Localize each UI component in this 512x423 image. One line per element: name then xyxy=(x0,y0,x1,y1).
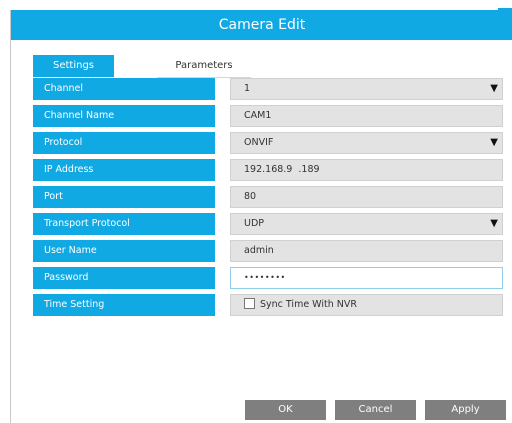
user-name-label: User Name xyxy=(33,240,215,262)
user-name-input[interactable]: admin xyxy=(230,240,503,262)
transport-protocol-select[interactable]: UDP ▼ xyxy=(230,213,503,235)
time-setting-label: Time Setting xyxy=(33,294,215,316)
row-time-setting: Time Setting Sync Time With NVR xyxy=(33,294,503,316)
protocol-label: Protocol xyxy=(33,132,215,154)
row-ip-address: IP Address 192.168.9 .189 xyxy=(33,159,503,181)
dialog-title: Camera Edit xyxy=(11,10,512,40)
port-label: Port xyxy=(33,186,215,208)
ip-address-input[interactable]: 192.168.9 .189 xyxy=(230,159,503,181)
row-password: Password •••••••• xyxy=(33,267,503,289)
apply-button[interactable]: Apply xyxy=(425,400,506,420)
channel-label: Channel xyxy=(33,78,215,100)
camera-edit-dialog: Camera Edit Settings Parameters Channel … xyxy=(10,10,512,423)
channel-name-input[interactable]: CAM1 xyxy=(230,105,503,127)
dropdown-arrow-icon[interactable]: ▼ xyxy=(490,214,498,234)
transport-protocol-value: UDP xyxy=(244,218,264,229)
tab-parameters[interactable]: Parameters xyxy=(157,55,251,78)
ok-button[interactable]: OK xyxy=(245,400,326,420)
cancel-button[interactable]: Cancel xyxy=(335,400,416,420)
row-channel: Channel 1 ▼ xyxy=(33,78,503,100)
dropdown-arrow-icon[interactable]: ▼ xyxy=(490,79,498,99)
row-channel-name: Channel Name CAM1 xyxy=(33,105,503,127)
sync-time-checkbox[interactable] xyxy=(244,298,255,309)
channel-value: 1 xyxy=(244,83,251,94)
protocol-select[interactable]: ONVIF ▼ xyxy=(230,132,503,154)
password-input[interactable]: •••••••• xyxy=(230,267,503,289)
sync-time-field: Sync Time With NVR xyxy=(230,294,503,316)
row-protocol: Protocol ONVIF ▼ xyxy=(33,132,503,154)
row-user-name: User Name admin xyxy=(33,240,503,262)
channel-select[interactable]: 1 ▼ xyxy=(230,78,503,100)
protocol-value: ONVIF xyxy=(244,137,274,148)
dropdown-arrow-icon[interactable]: ▼ xyxy=(490,133,498,153)
channel-name-label: Channel Name xyxy=(33,105,215,127)
password-label: Password xyxy=(33,267,215,289)
sync-time-label[interactable]: Sync Time With NVR xyxy=(260,299,357,310)
ip-address-label: IP Address xyxy=(33,159,215,181)
tab-settings[interactable]: Settings xyxy=(33,55,114,77)
row-port: Port 80 xyxy=(33,186,503,208)
row-transport-protocol: Transport Protocol UDP ▼ xyxy=(33,213,503,235)
transport-protocol-label: Transport Protocol xyxy=(33,213,215,235)
port-input[interactable]: 80 xyxy=(230,186,503,208)
